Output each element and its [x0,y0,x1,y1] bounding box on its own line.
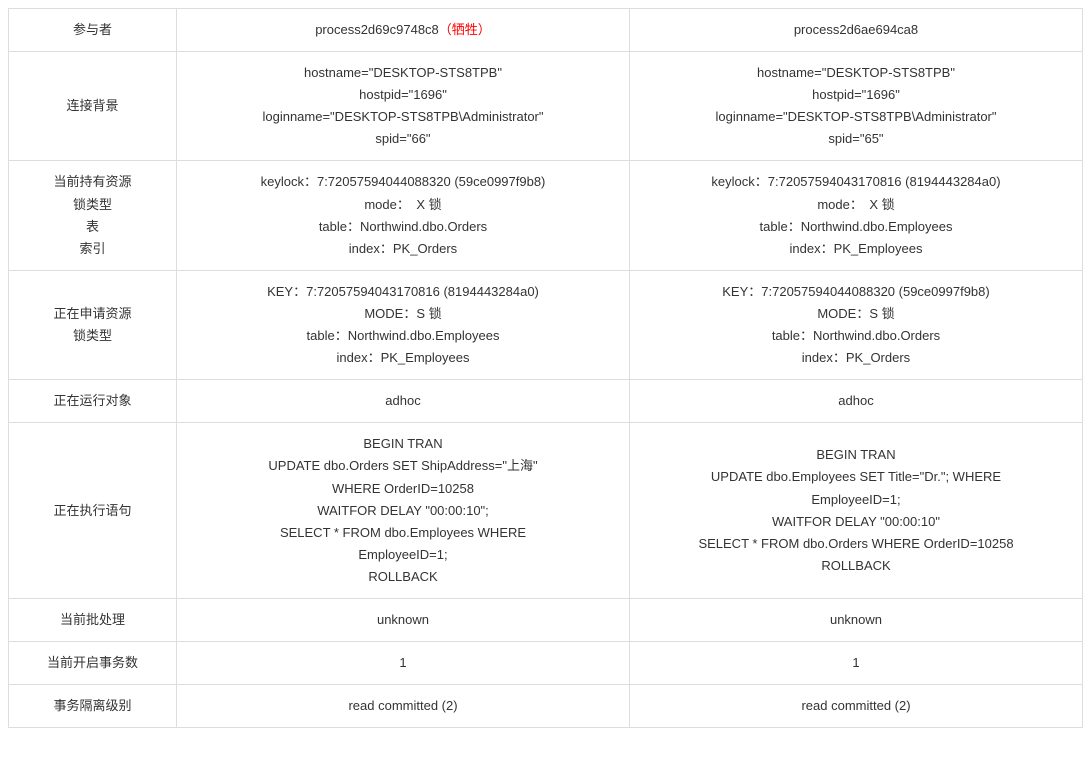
table-row: 事务隔离级别 read committed (2) read committed… [9,685,1083,728]
row-label-exec-stmt: 正在执行语句 [9,423,177,599]
deadlock-info-table: 参与者 process2d69c9748c8（牺牲） process2d6ae6… [8,8,1083,728]
cell-open-tran-col1: 1 [177,642,630,685]
row-label-participant: 参与者 [9,9,177,52]
cell-exec-stmt-col1: BEGIN TRAN UPDATE dbo.Orders SET ShipAdd… [177,423,630,599]
row-label-open-tran: 当前开启事务数 [9,642,177,685]
cell-conn-background-col2: hostname="DESKTOP-STS8TPB" hostpid="1696… [630,52,1083,161]
row-label-running-obj: 正在运行对象 [9,380,177,423]
cell-running-obj-col1: adhoc [177,380,630,423]
table-row: 正在申请资源 锁类型 KEY：7:72057594043170816 (8194… [9,270,1083,379]
cell-request-resource-col2: KEY：7:72057594044088320 (59ce0997f9b8) M… [630,270,1083,379]
row-label-request-resource: 正在申请资源 锁类型 [9,270,177,379]
cell-exec-stmt-col2: BEGIN TRAN UPDATE dbo.Employees SET Titl… [630,423,1083,599]
cell-held-resource-col2: keylock：7:72057594043170816 (8194443284a… [630,161,1083,270]
cell-open-tran-col2: 1 [630,642,1083,685]
cell-isolation-level-col2: read committed (2) [630,685,1083,728]
cell-running-obj-col2: adhoc [630,380,1083,423]
cell-isolation-level-col1: read committed (2) [177,685,630,728]
process-id-1: process2d69c9748c8 [315,22,439,37]
cell-current-batch-col1: unknown [177,598,630,641]
row-label-current-batch: 当前批处理 [9,598,177,641]
table-row: 当前持有资源 锁类型 表 索引 keylock：7:72057594044088… [9,161,1083,270]
cell-participant-col2: process2d6ae694ca8 [630,9,1083,52]
table-row: 正在运行对象 adhoc adhoc [9,380,1083,423]
cell-participant-col1: process2d69c9748c8（牺牲） [177,9,630,52]
cell-current-batch-col2: unknown [630,598,1083,641]
table-row: 正在执行语句 BEGIN TRAN UPDATE dbo.Orders SET … [9,423,1083,599]
table-row: 参与者 process2d69c9748c8（牺牲） process2d6ae6… [9,9,1083,52]
row-label-conn-background: 连接背景 [9,52,177,161]
cell-held-resource-col1: keylock：7:72057594044088320 (59ce0997f9b… [177,161,630,270]
row-label-held-resource: 当前持有资源 锁类型 表 索引 [9,161,177,270]
table-row: 连接背景 hostname="DESKTOP-STS8TPB" hostpid=… [9,52,1083,161]
victim-tag: （牺牲） [439,22,491,37]
table-row: 当前开启事务数 1 1 [9,642,1083,685]
table-row: 当前批处理 unknown unknown [9,598,1083,641]
row-label-isolation-level: 事务隔离级别 [9,685,177,728]
cell-conn-background-col1: hostname="DESKTOP-STS8TPB" hostpid="1696… [177,52,630,161]
cell-request-resource-col1: KEY：7:72057594043170816 (8194443284a0) M… [177,270,630,379]
